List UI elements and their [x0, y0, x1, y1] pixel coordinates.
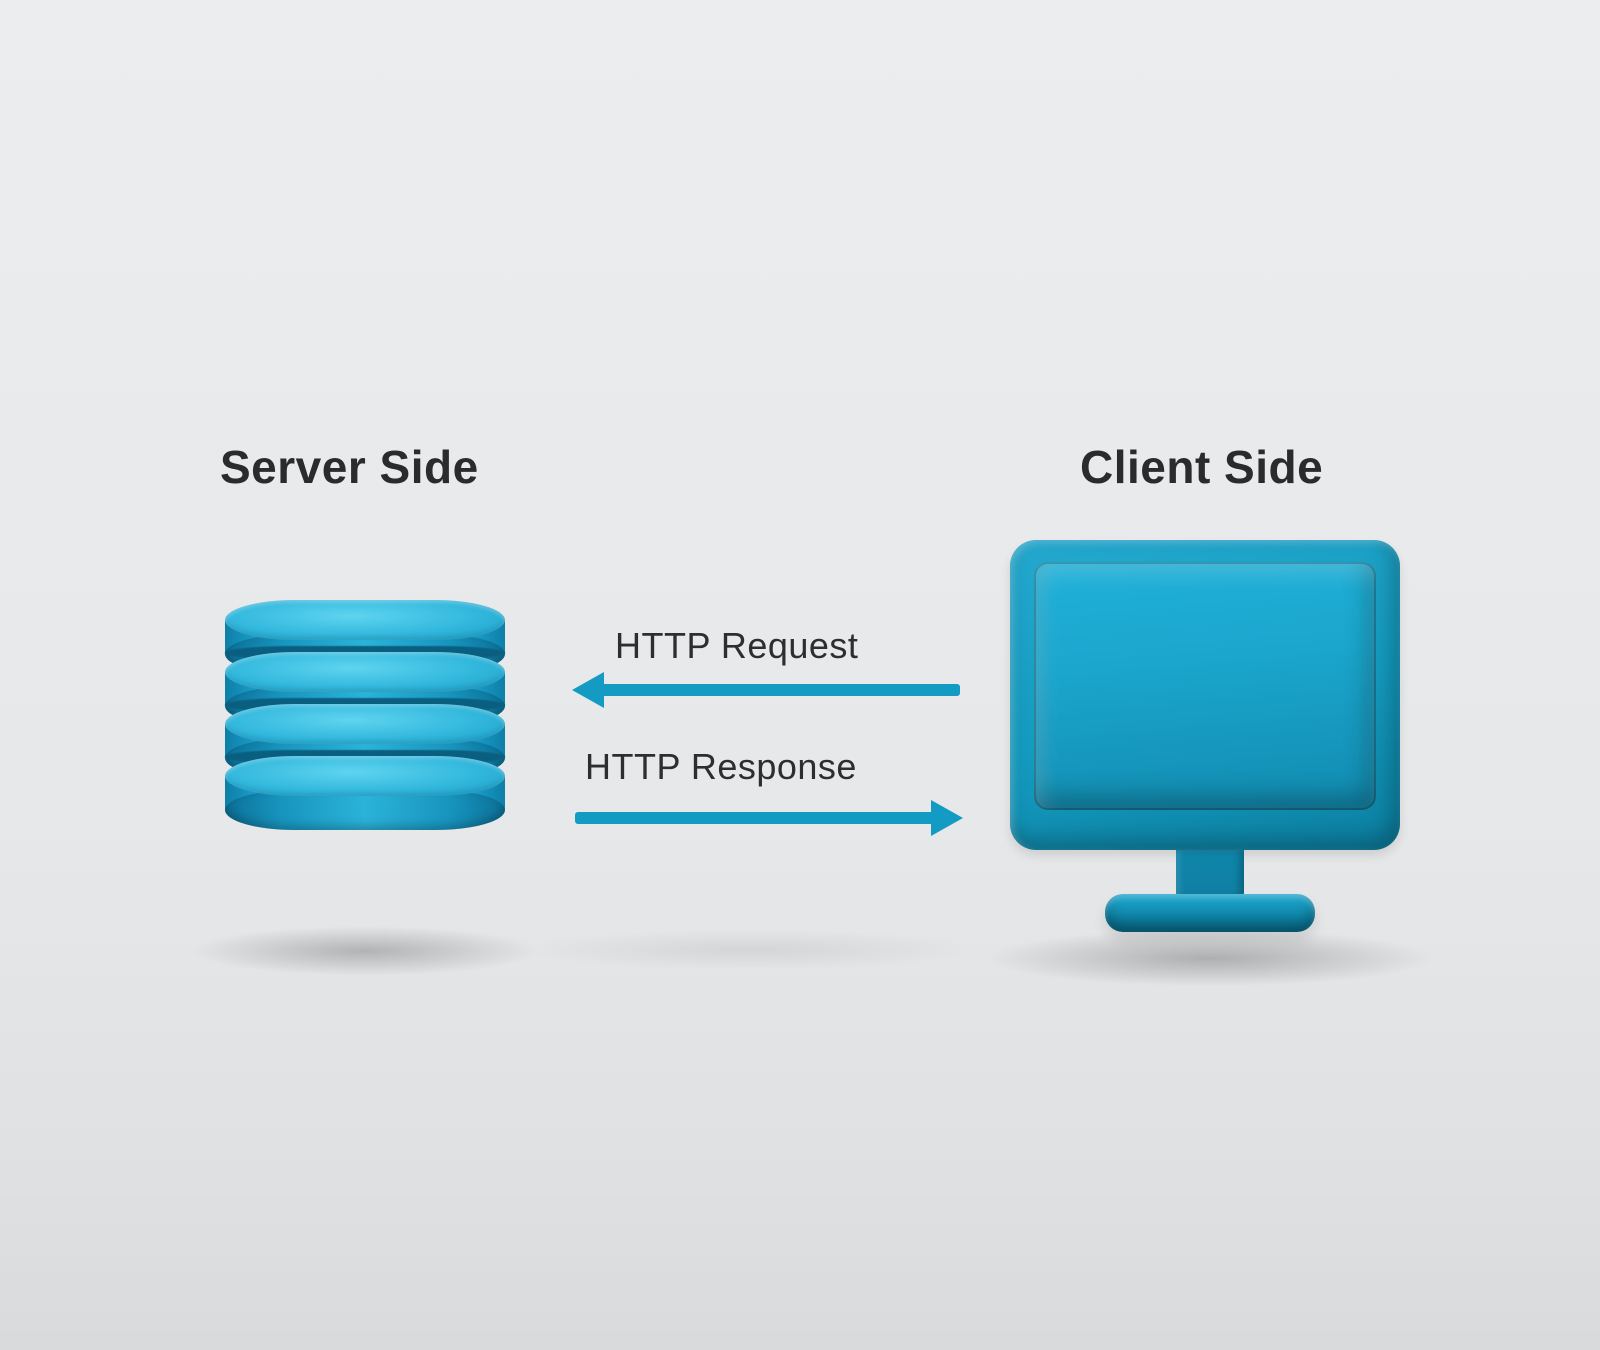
floor-shadow [530, 930, 970, 970]
monitor-bezel [1010, 540, 1400, 850]
database-shadow [190, 926, 540, 976]
arrow-left-icon [600, 684, 960, 696]
monitor-shadow [990, 930, 1430, 986]
server-side-heading: Server Side [220, 440, 479, 494]
http-request-label: HTTP Request [615, 625, 858, 667]
diagram-stage: Server Side Client Side HTTP Request HTT… [0, 0, 1600, 1350]
monitor-neck [1176, 850, 1244, 900]
client-side-heading: Client Side [1080, 440, 1323, 494]
http-response-label: HTTP Response [585, 746, 857, 788]
monitor-icon [1010, 540, 1410, 932]
monitor-base [1105, 894, 1315, 932]
arrow-right-icon [575, 812, 935, 824]
database-icon [225, 600, 505, 830]
monitor-screen [1034, 562, 1376, 810]
